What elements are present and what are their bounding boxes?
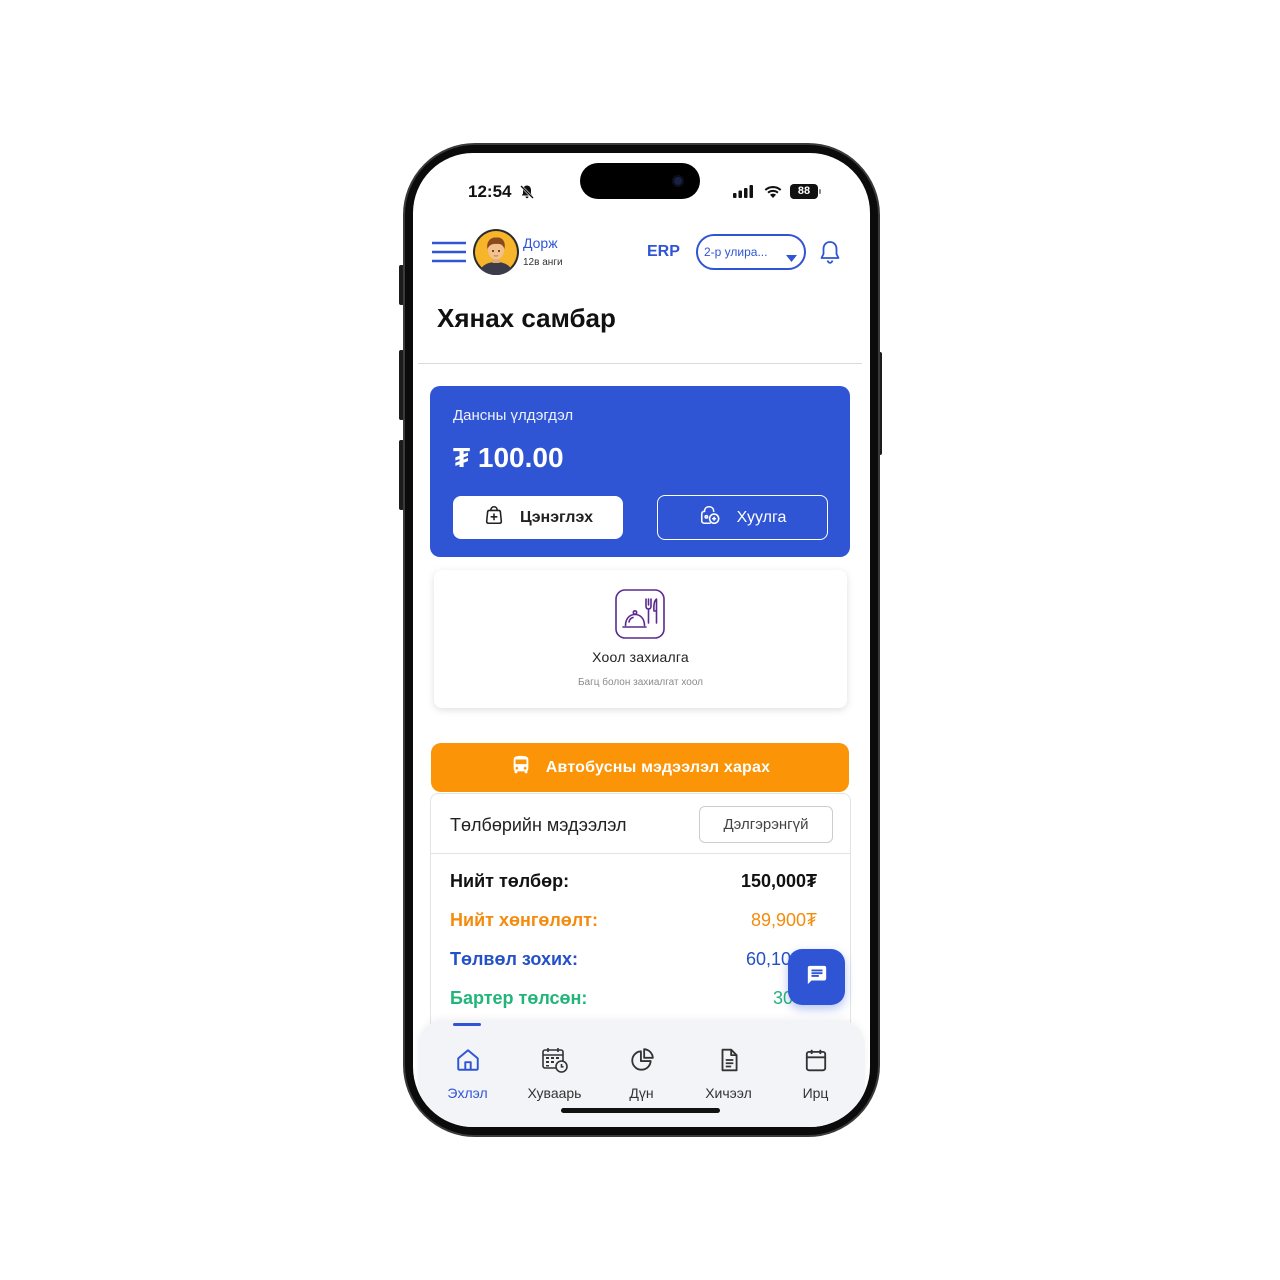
food-order-card[interactable]: Хоол захиалга Багц болон захиалгат хоол: [434, 570, 847, 708]
hamburger-icon[interactable]: [432, 241, 466, 263]
payment-row-label: Нийт төлбөр:: [450, 871, 570, 891]
signal-icon: [733, 185, 754, 203]
topup-button[interactable]: Цэнэглэх: [453, 496, 623, 539]
home-icon: [454, 1047, 482, 1073]
payment-row-label: Нийт хөнгөлөлт:: [450, 910, 598, 930]
semester-select-value: 2-р улира...: [704, 245, 768, 259]
battery-icon: 88: [790, 184, 818, 199]
divider: [431, 853, 850, 854]
home-indicator[interactable]: [561, 1108, 720, 1113]
user-name: Дорж: [523, 235, 558, 251]
document-icon: [715, 1047, 743, 1073]
payment-row-discount: Нийт хөнгөлөлт: 89,900₮: [431, 909, 850, 931]
payment-row-value: 150,000₮: [740, 871, 817, 891]
phone-screen: 12:54 88 Дорж 12в анги ERP 2-р улира...: [413, 153, 870, 1127]
tab-label: Ирц: [802, 1085, 829, 1101]
payment-row-label: Бартер төлсөн:: [450, 988, 588, 1008]
statement-button-label: Хуулга: [736, 508, 787, 526]
pie-chart-icon: [628, 1047, 656, 1073]
battery-nub: [819, 189, 821, 194]
tab-home[interactable]: Эхлэл: [424, 1020, 511, 1127]
statement-icon: [699, 504, 721, 531]
topup-button-label: Цэнэглэх: [520, 508, 593, 526]
bus-info-button[interactable]: Автобусны мэдээлэл харах: [431, 743, 849, 792]
user-class: 12в анги: [523, 257, 563, 268]
wifi-icon: [763, 184, 783, 204]
erp-link[interactable]: ERP: [647, 242, 680, 262]
payment-row-label: Төлвөл зохих:: [450, 949, 579, 969]
bell-slash-icon: [519, 184, 535, 200]
chat-icon: [806, 964, 828, 991]
tab-label: Эхлэл: [447, 1085, 488, 1101]
payment-row-value: 60,10: [746, 949, 792, 969]
payment-info-card: Төлбөрийн мэдээлэл Дэлгэрэнгүй Нийт төлб…: [430, 793, 851, 1043]
balance-card: Дансны үлдэгдэл ₮ 100.00 Цэнэглэх Хуулга: [430, 386, 850, 557]
caret-down-icon: [786, 249, 797, 267]
wallet-plus-icon: [483, 504, 505, 531]
avatar[interactable]: [473, 229, 519, 275]
chat-button[interactable]: [788, 949, 845, 1005]
payment-details-button[interactable]: Дэлгэрэнгүй: [699, 806, 833, 843]
page-title: Хянах самбар: [437, 303, 616, 333]
tab-label: Хичээл: [705, 1085, 752, 1101]
balance-label: Дансны үлдэгдэл: [453, 407, 574, 424]
food-service-icon: [615, 589, 665, 644]
tab-label: Хуваарь: [527, 1085, 582, 1101]
food-order-title: Хоол захиалга: [592, 649, 689, 665]
calendar-clock-icon: [541, 1047, 569, 1073]
food-order-subtitle: Багц болон захиалгат хоол: [577, 677, 704, 688]
active-tab-indicator: [452, 1023, 481, 1026]
payment-row-value: 89,900₮: [750, 910, 817, 930]
bus-icon: [510, 754, 532, 781]
status-time: 12:54: [468, 182, 512, 201]
bell-icon[interactable]: [818, 239, 842, 270]
bus-info-button-label: Автобусны мэдээлэл харах: [545, 758, 771, 776]
semester-select[interactable]: 2-р улира...: [696, 234, 806, 270]
tab-attendance[interactable]: Ирц: [772, 1020, 859, 1127]
payment-row-total: Нийт төлбөр: 150,000₮: [431, 870, 850, 892]
payment-info-title: Төлбөрийн мэдээлэл: [450, 815, 627, 835]
balance-amount: ₮ 100.00: [453, 442, 564, 473]
calendar-icon: [802, 1047, 830, 1073]
camera-dot: [672, 175, 684, 187]
tab-label: Дүн: [629, 1085, 654, 1101]
divider: [418, 363, 862, 364]
statement-button[interactable]: Хуулга: [657, 495, 828, 540]
